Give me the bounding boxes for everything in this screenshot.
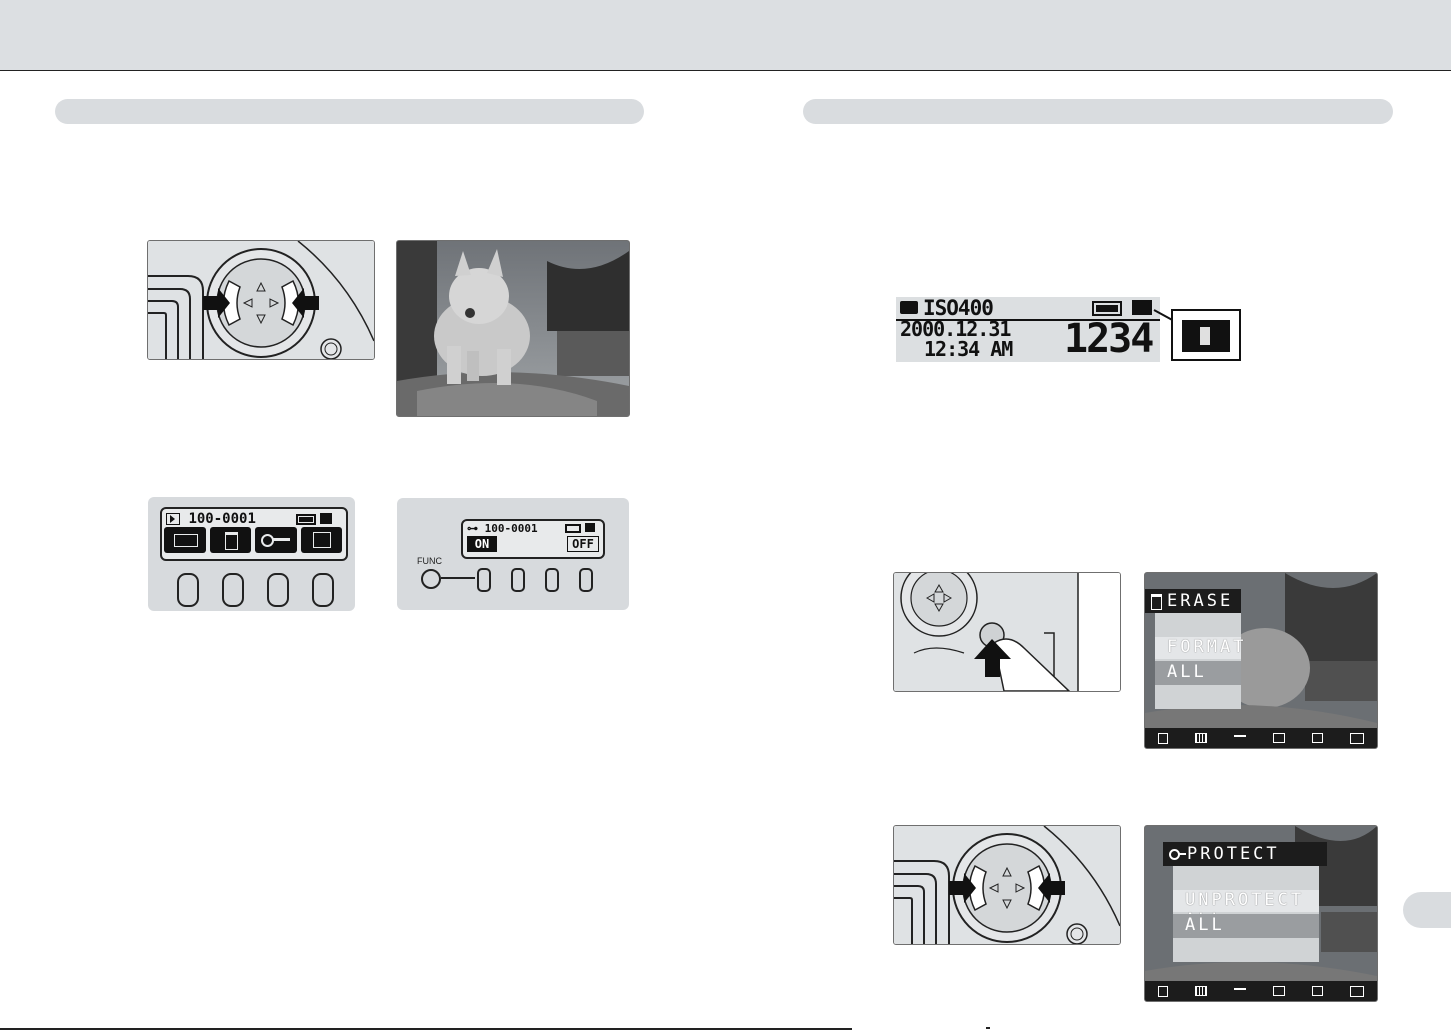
header-band bbox=[0, 0, 1451, 71]
camera-icon bbox=[900, 301, 918, 314]
func-on-off-panel: ⊶ 100-0001 ON OFF FUNC bbox=[397, 498, 629, 610]
date-value: 2000.12.31 bbox=[900, 317, 1011, 341]
function-button-4[interactable] bbox=[579, 568, 593, 592]
function-button-4[interactable] bbox=[312, 573, 334, 607]
off-label: OFF bbox=[567, 536, 599, 552]
key-icon[interactable] bbox=[1234, 735, 1247, 741]
func-connector-line bbox=[441, 577, 475, 579]
trash-icon[interactable] bbox=[1158, 985, 1169, 997]
func-button[interactable] bbox=[421, 569, 441, 589]
key-icon: ⊶ bbox=[467, 522, 478, 535]
copy-icon[interactable] bbox=[1311, 986, 1323, 996]
time-value: 12:34 AM bbox=[924, 337, 1013, 361]
function-button-2[interactable] bbox=[511, 568, 525, 592]
print-icon[interactable] bbox=[1272, 986, 1285, 996]
bottom-rule-left bbox=[0, 1028, 852, 1030]
function-button-3[interactable] bbox=[545, 568, 559, 592]
finger-press-illustration bbox=[893, 572, 1121, 692]
lcd-function-panel: 100-0001 bbox=[148, 497, 355, 611]
func-lcd-display: ⊶ 100-0001 ON OFF bbox=[461, 519, 605, 559]
protect-toolbar bbox=[1145, 981, 1377, 1001]
card-icon bbox=[320, 513, 332, 524]
grid-icon[interactable] bbox=[1195, 986, 1208, 996]
battery-icon bbox=[296, 514, 316, 525]
section-title-bar-left bbox=[55, 99, 644, 124]
function-button-1[interactable] bbox=[177, 573, 199, 607]
func-file-number: 100-0001 bbox=[484, 522, 538, 535]
lcd-icon-row bbox=[164, 527, 342, 553]
erase-menu-screen: ERASE FORMAT ALL bbox=[1144, 572, 1378, 749]
camera-dpad-illustration bbox=[147, 240, 375, 360]
trash-icon[interactable] bbox=[1158, 732, 1169, 744]
dog-photo bbox=[396, 240, 630, 417]
print-icon[interactable] bbox=[1272, 733, 1285, 743]
key-icon bbox=[255, 527, 297, 553]
protect-item-all[interactable]: ALL bbox=[1185, 915, 1225, 935]
function-button-3[interactable] bbox=[267, 573, 289, 607]
function-button-1[interactable] bbox=[477, 568, 491, 592]
brightness-icon[interactable] bbox=[1349, 985, 1364, 997]
bottom-mark bbox=[986, 1027, 990, 1029]
copy-icon[interactable] bbox=[1311, 733, 1323, 743]
section-title-bar-right bbox=[803, 99, 1393, 124]
battery-icon bbox=[1092, 301, 1122, 316]
protect-menu-screen: PROTECT UNPROTECT ALL ALL bbox=[1144, 825, 1378, 1002]
file-number: 100-0001 bbox=[188, 511, 256, 527]
protect-title: PROTECT bbox=[1187, 844, 1280, 864]
erase-menu-list: FORMAT ALL bbox=[1155, 613, 1243, 709]
trash-icon bbox=[1151, 594, 1162, 610]
key-icon[interactable] bbox=[1234, 988, 1247, 994]
card-icon bbox=[1132, 300, 1152, 315]
histogram-icon bbox=[164, 527, 206, 553]
print-icon bbox=[300, 527, 342, 553]
grid-icon[interactable] bbox=[1195, 733, 1208, 743]
erase-item-all[interactable]: ALL bbox=[1167, 662, 1207, 682]
brightness-icon[interactable] bbox=[1349, 732, 1364, 744]
battery-icon bbox=[565, 524, 581, 533]
card-icon-callout bbox=[1153, 309, 1241, 361]
protect-menu-list: UNPROTECT ALL ALL bbox=[1173, 866, 1319, 962]
status-lcd: ISO400 2000.12.31 12:34 AM 1234 bbox=[896, 296, 1160, 362]
chapter-tab bbox=[1403, 892, 1451, 928]
func-label: FUNC bbox=[417, 556, 442, 566]
card-icon bbox=[585, 523, 595, 532]
function-button-2[interactable] bbox=[222, 573, 244, 607]
camera-dpad-illustration-2 bbox=[893, 825, 1121, 945]
erase-toolbar bbox=[1145, 728, 1377, 748]
play-icon bbox=[166, 513, 180, 525]
lcd-display: 100-0001 bbox=[160, 507, 348, 561]
trash-icon bbox=[209, 527, 251, 553]
shot-count: 1234 bbox=[1064, 316, 1154, 362]
erase-title: ERASE bbox=[1167, 591, 1234, 611]
erase-item-format[interactable]: FORMAT bbox=[1167, 637, 1246, 657]
on-label: ON bbox=[467, 536, 497, 552]
